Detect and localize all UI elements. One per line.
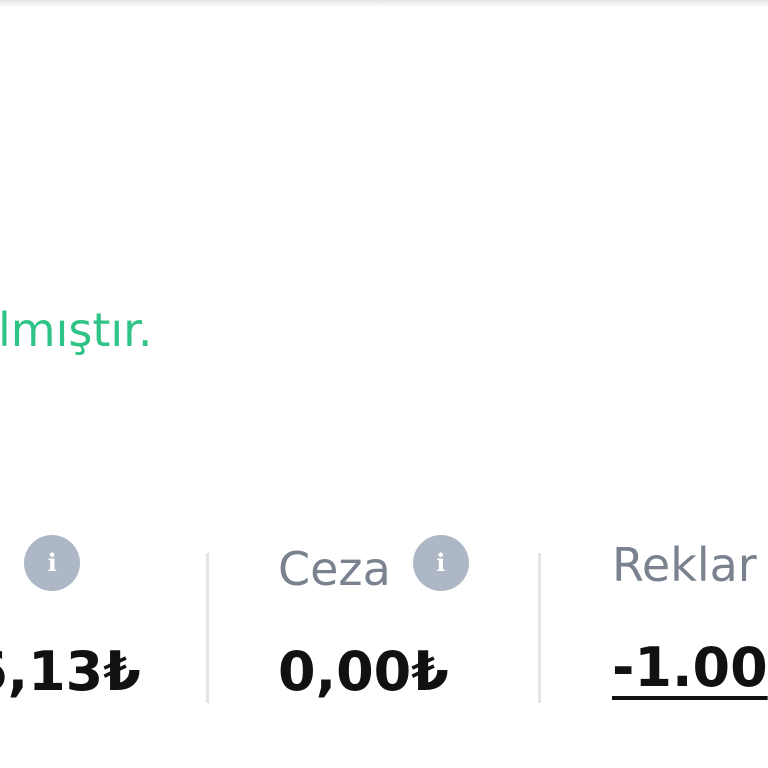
stat-divider bbox=[206, 553, 209, 703]
page: lmıştır. oi 6,13₺ Cezai 0,00₺ Reklar -1.… bbox=[0, 0, 768, 768]
penalty-label: Ceza bbox=[278, 542, 391, 596]
success-message: lmıştır. bbox=[0, 303, 153, 357]
summary-stats-row: oi 6,13₺ Cezai 0,00₺ Reklar -1.00 bbox=[0, 535, 768, 710]
top-divider bbox=[0, 0, 768, 6]
stat-label: o bbox=[0, 542, 2, 596]
ads-value-link[interactable]: -1.00 bbox=[612, 635, 768, 701]
info-icon[interactable]: i bbox=[24, 535, 81, 591]
stat-card-ads: Reklar -1.00 bbox=[612, 535, 768, 701]
stat-card-penalty: Ceza i 0,00₺ bbox=[278, 535, 469, 705]
info-icon[interactable]: i bbox=[412, 535, 469, 591]
stat-card: oi 6,13₺ bbox=[0, 535, 141, 705]
stat-value: 6,13₺ bbox=[0, 640, 141, 703]
ads-label: Reklar bbox=[612, 538, 757, 592]
stat-divider bbox=[538, 553, 541, 703]
penalty-value: 0,00₺ bbox=[278, 640, 449, 703]
